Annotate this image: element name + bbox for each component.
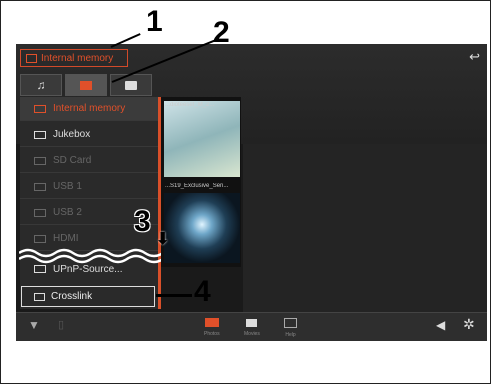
callout-3: 3: [134, 205, 151, 238]
callout-4: 4: [194, 275, 211, 308]
hdmi-icon: [34, 234, 46, 243]
content-pane: [243, 144, 487, 312]
thumbnail-caption: ...S19_Exclusive_Seri...: [165, 183, 229, 189]
bottom-bar: ▼ ▯ Photos Movies Help ◀ ✲: [16, 312, 487, 341]
source-label: SD Card: [53, 155, 92, 166]
memory-icon: [26, 54, 37, 63]
help-icon: [284, 318, 297, 328]
source-label: Jukebox: [53, 129, 91, 140]
memory-icon: [34, 104, 46, 113]
photos-button[interactable]: Photos: [204, 318, 220, 337]
music-icon: ♫: [36, 78, 46, 92]
help-button[interactable]: Help: [284, 318, 297, 338]
crosslink-icon: [34, 292, 45, 301]
source-label: USB 2: [53, 207, 82, 218]
volume-icon[interactable]: ◀: [436, 318, 445, 332]
crosslink-label: Crosslink: [51, 291, 93, 302]
tab-video[interactable]: [110, 74, 152, 96]
crosslink-button[interactable]: Crosslink: [21, 286, 155, 307]
media-thumbnails: ...dioteeset_M_2... ...S19_Exclusive_Ser…: [161, 97, 241, 267]
source-label: HDMI: [53, 233, 79, 244]
photos-label: Photos: [204, 331, 220, 337]
gear-icon[interactable]: ✲: [463, 316, 475, 333]
help-label: Help: [285, 332, 296, 338]
usb-icon: [34, 182, 46, 191]
callout-2: 2: [213, 16, 230, 49]
jukebox-icon: [34, 130, 46, 139]
current-source-label: Internal memory: [41, 53, 114, 64]
movies-button[interactable]: Movies: [244, 318, 260, 337]
source-item-jukebox[interactable]: Jukebox: [20, 123, 158, 147]
arrow-down-icon: ⬇: [156, 231, 170, 248]
source-list: Internal memory Jukebox SD Card USB 1 US…: [20, 97, 161, 309]
photos-icon: [204, 318, 219, 327]
movies-label: Movies: [244, 331, 260, 337]
callout-4-leader: [156, 294, 192, 297]
source-item-usb-1[interactable]: USB 1: [20, 175, 158, 199]
source-label: Internal memory: [53, 103, 126, 114]
usb-icon: [34, 208, 46, 217]
list-cut-mark: [19, 248, 161, 264]
source-item-sd-card[interactable]: SD Card: [20, 149, 158, 173]
thumbnail-caption: ...dioteeset_M_2...: [165, 102, 215, 108]
video-icon: [125, 80, 137, 90]
movies-icon: [246, 319, 258, 327]
thumbnail-image[interactable]: [164, 193, 240, 263]
tab-internal-memory[interactable]: [65, 74, 107, 96]
current-source-button[interactable]: Internal memory: [20, 49, 128, 67]
memory-icon: [80, 80, 92, 90]
thumbnail-image[interactable]: [164, 101, 240, 177]
wifi-icon: ▼: [28, 318, 40, 332]
back-icon[interactable]: ↩: [469, 49, 480, 65]
sd-card-icon: [34, 156, 46, 165]
source-label: USB 1: [53, 181, 82, 192]
source-item-internal-memory[interactable]: Internal memory: [20, 97, 158, 121]
callout-1: 1: [146, 5, 163, 38]
figure-frame: Internal memory ↩ ♫ Internal memory Juke…: [0, 0, 491, 384]
media-tabs: ♫: [20, 74, 152, 96]
tab-music[interactable]: ♫: [20, 74, 62, 96]
battery-icon: ▯: [58, 319, 65, 331]
